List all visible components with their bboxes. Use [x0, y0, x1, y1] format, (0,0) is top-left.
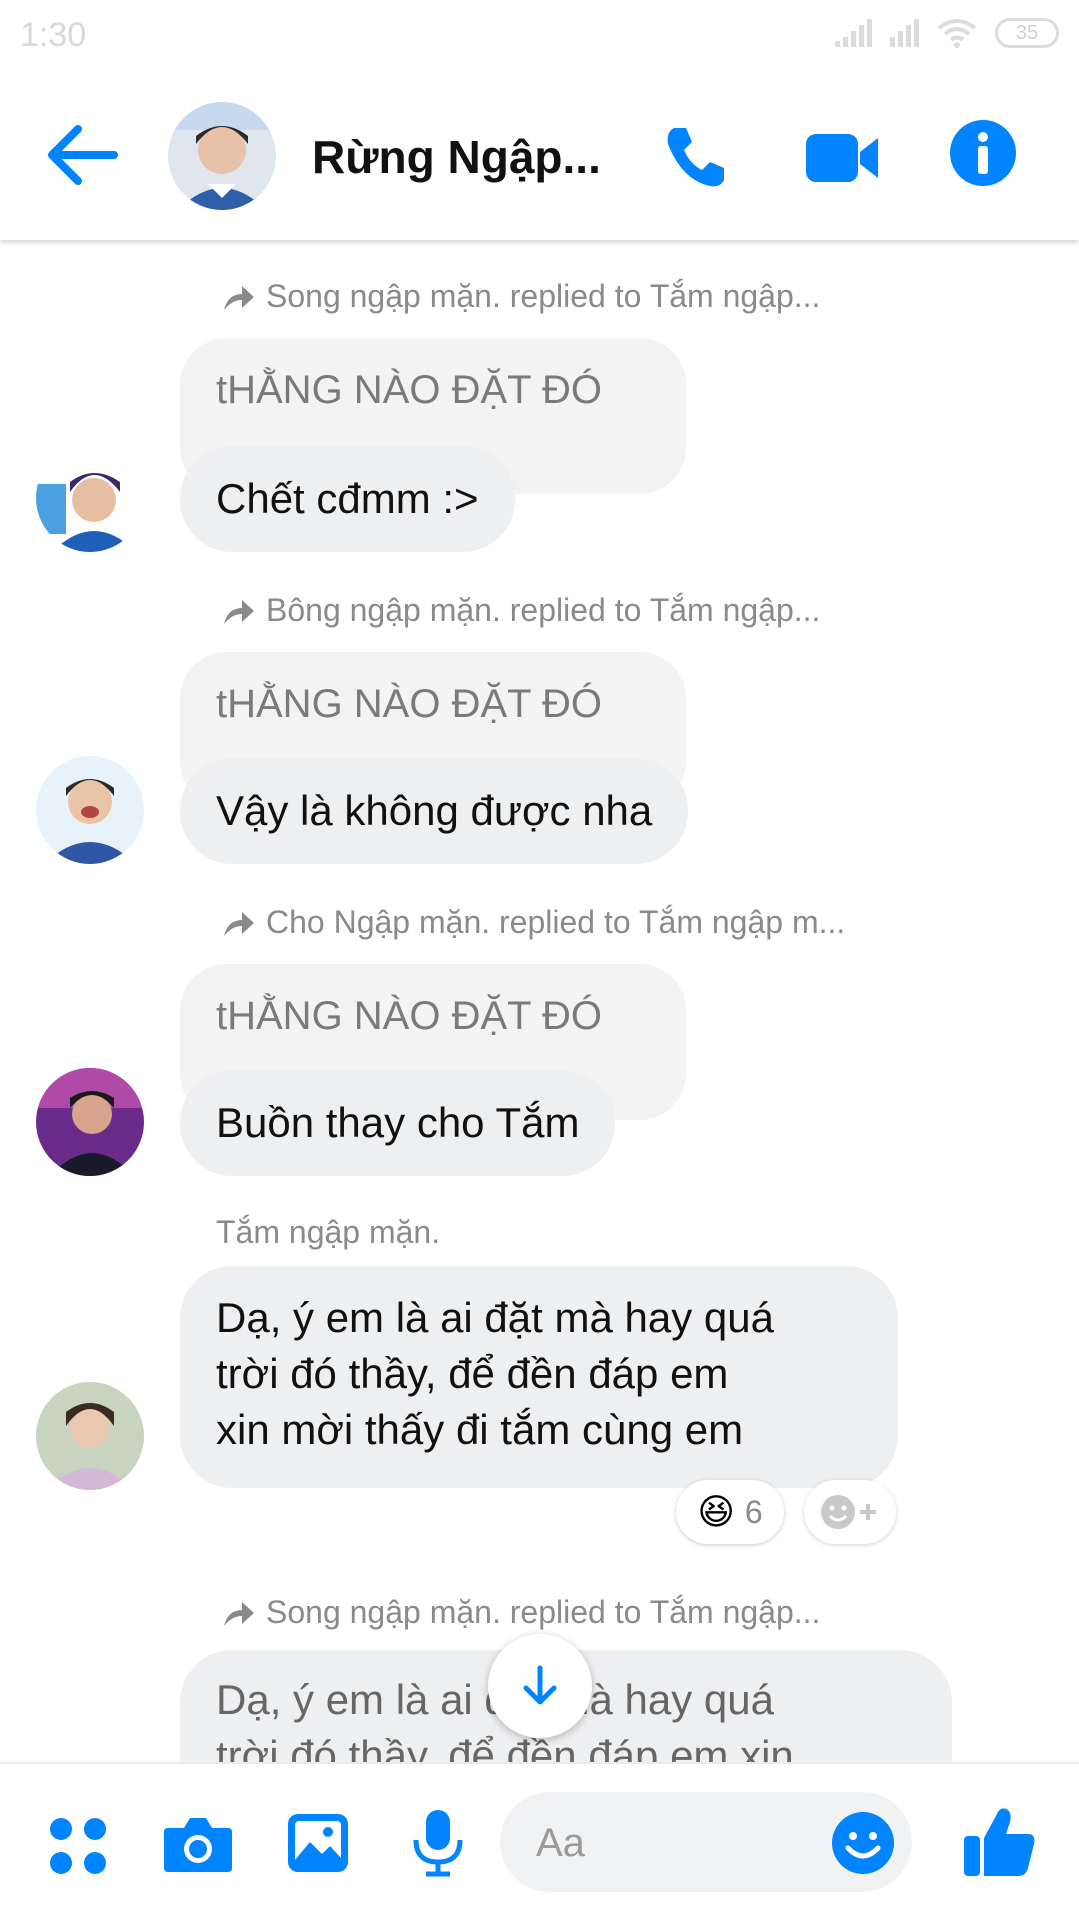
- reply-note-text: Song ngập mặn. replied to Tắm ngập...: [266, 1594, 821, 1630]
- info-icon: [950, 120, 1016, 186]
- reply-arrow-icon: [224, 285, 254, 310]
- message-input-wrapper: [500, 1792, 912, 1892]
- gallery-button[interactable]: [286, 1812, 350, 1879]
- info-button[interactable]: [950, 120, 1016, 186]
- reply-note: Bông ngập mặn. replied to Tắm ngập...: [220, 592, 820, 629]
- message-bubble[interactable]: Chết cđmm :>: [180, 446, 515, 552]
- message-bubble[interactable]: Vậy là không được nha: [180, 758, 689, 864]
- back-button[interactable]: [44, 120, 120, 190]
- laughing-emoji-icon: 😆: [697, 1491, 735, 1532]
- reply-arrow-icon: [224, 599, 254, 624]
- chat-header: Rừng Ngập...: [0, 72, 1079, 240]
- arrow-down-icon: [523, 1665, 557, 1705]
- menu-dots-icon: [50, 1818, 106, 1874]
- reaction-badge[interactable]: 😆 6: [676, 1480, 784, 1544]
- quoted-text: tHẰNG NÀO ĐẶT ĐÓ: [216, 994, 602, 1038]
- message-bubble[interactable]: Dạ, ý em là ai đặt mà hay quá trời đó th…: [180, 1266, 898, 1488]
- reply-note: Song ngập mặn. replied to Tắm ngập...: [220, 1594, 820, 1631]
- status-icons: 35: [835, 18, 1059, 48]
- phone-icon: [667, 128, 724, 187]
- message-line: xin mời thấy đi tắm cùng em: [216, 1406, 744, 1453]
- avatar[interactable]: [36, 444, 144, 552]
- avatar-image: [168, 102, 276, 210]
- more-actions-button[interactable]: [48, 1816, 108, 1881]
- signal-icon-2: [890, 19, 919, 47]
- avatar-image: [36, 1382, 144, 1490]
- message-bubble[interactable]: Buồn thay cho Tắm: [180, 1070, 616, 1176]
- reply-note-text: Cho Ngập mặn. replied to Tắm ngập m...: [266, 904, 846, 940]
- message-text: Vậy là không được nha: [216, 787, 653, 834]
- camera-icon: [164, 1818, 232, 1872]
- avatar-image: [36, 444, 144, 552]
- add-reaction-button[interactable]: [804, 1480, 896, 1544]
- camera-button[interactable]: [162, 1814, 234, 1879]
- wifi-icon: [937, 19, 977, 48]
- avatar[interactable]: [36, 1068, 144, 1176]
- group-avatar[interactable]: [168, 102, 276, 210]
- message-line: trời đó thầy, để đền đáp em xin: [216, 1732, 794, 1764]
- message-input[interactable]: [534, 1814, 798, 1872]
- message-text: Chết cđmm :>: [216, 475, 479, 522]
- reply-note-text: Song ngập mặn. replied to Tắm ngập...: [266, 278, 821, 314]
- avatar[interactable]: [36, 756, 144, 864]
- emoji-icon: [832, 1812, 894, 1874]
- voice-call-button[interactable]: [660, 122, 730, 192]
- video-call-button[interactable]: [804, 130, 880, 186]
- message-composer: [0, 1762, 1079, 1922]
- sender-name: Tắm ngập mặn.: [216, 1214, 441, 1250]
- battery-indicator: 35: [995, 18, 1059, 48]
- status-bar: 1:30 35: [0, 0, 1079, 72]
- add-reaction-icon: [821, 1495, 876, 1529]
- voice-message-button[interactable]: [410, 1808, 466, 1883]
- reply-note: Cho Ngập mặn. replied to Tắm ngập m...: [220, 904, 845, 941]
- quoted-text: tHẰNG NÀO ĐẶT ĐÓ: [216, 682, 602, 726]
- avatar-image: [36, 1068, 144, 1176]
- reply-note-text: Bông ngập mặn. replied to Tắm ngập...: [266, 592, 821, 628]
- video-camera-icon: [806, 134, 878, 182]
- image-icon: [288, 1814, 348, 1872]
- thumbs-up-icon: [964, 1808, 1035, 1876]
- reaction-count: 6: [744, 1493, 763, 1530]
- emoji-button[interactable]: [830, 1810, 896, 1876]
- avatar[interactable]: [36, 1382, 144, 1490]
- reply-arrow-icon: [224, 1601, 254, 1626]
- message-line: Dạ, ý em là ai đặt mà hay quá: [216, 1294, 774, 1341]
- message-text: Buồn thay cho Tắm: [216, 1099, 580, 1146]
- status-time: 1:30: [20, 16, 87, 54]
- microphone-icon: [413, 1810, 463, 1877]
- reply-arrow-icon: [224, 911, 254, 936]
- message-line: trời đó thầy, để đền đáp em: [216, 1350, 729, 1397]
- scroll-to-bottom-button[interactable]: [488, 1634, 592, 1738]
- signal-icon: [835, 19, 872, 47]
- back-arrow-icon: [48, 125, 118, 185]
- reply-note: Song ngập mặn. replied to Tắm ngập...: [220, 278, 820, 315]
- avatar-image: [36, 756, 144, 864]
- send-like-button[interactable]: [962, 1804, 1038, 1880]
- conversation-title[interactable]: Rừng Ngập...: [312, 130, 601, 184]
- quoted-text: tHẰNG NÀO ĐẶT ĐÓ: [216, 368, 602, 412]
